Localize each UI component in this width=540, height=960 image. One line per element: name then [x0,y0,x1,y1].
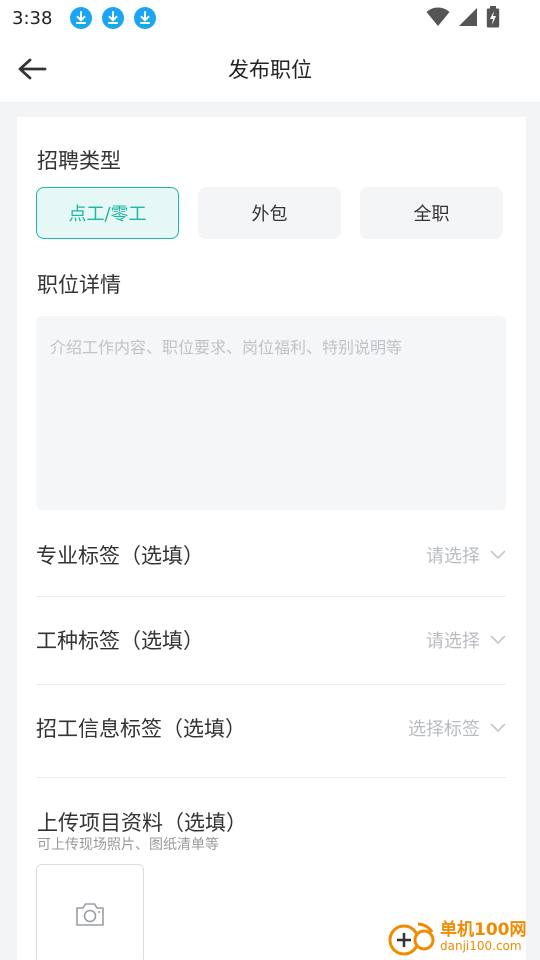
camera-icon [76,903,104,926]
type-option-label: 点工/零工 [68,204,147,225]
pro-tag-value: 请选择 [426,546,480,567]
info-tag-label: 招工信息标签（选填） [36,717,246,741]
type-option-fulltime[interactable]: 全职 [360,187,503,239]
job-detail-label: 职位详情 [37,273,121,297]
status-time: 3:38 [12,7,53,29]
job-detail-placeholder: 介绍工作内容、职位要求、岗位福利、特别说明等 [50,338,403,357]
download-icon [102,7,125,29]
battery-charging-icon [486,6,500,32]
upload-photo-button[interactable] [36,864,144,960]
divider [36,596,506,597]
status-bar: 3:38 [0,0,540,36]
work-tag-label: 工种标签（选填） [36,629,204,653]
upload-label: 上传项目资料（选填） [37,811,247,835]
download-icon [134,7,157,29]
wifi-icon [426,7,450,31]
download-icon [70,7,93,29]
chevron-down-icon [490,635,506,645]
watermark-logo-icon [388,918,436,958]
arrow-left-icon [18,58,47,80]
pro-tag-value-wrap: 请选择 [426,542,506,568]
type-option-gig[interactable]: 点工/零工 [36,187,179,239]
work-tag-value-wrap: 请选择 [426,627,506,653]
pro-tag-label: 专业标签（选填） [36,544,204,568]
work-tag-value: 请选择 [426,631,480,652]
watermark: 单机100网 danji100.com [388,915,540,960]
job-form-card: 招聘类型 点工/零工 外包 全职 职位详情 介绍工作内容、职位要求、岗位福利、特… [17,117,526,960]
work-tag-row[interactable]: 工种标签（选填） 请选择 [36,622,506,658]
type-option-outsource[interactable]: 外包 [198,187,341,239]
upload-hint: 可上传现场照片、图纸清单等 [37,837,219,853]
info-tag-row[interactable]: 招工信息标签（选填） 选择标签 [36,710,506,746]
back-button[interactable] [16,53,48,85]
job-detail-input[interactable]: 介绍工作内容、职位要求、岗位福利、特别说明等 [36,316,506,510]
page-title: 发布职位 [228,58,312,82]
app-header: 发布职位 [0,36,540,102]
watermark-title: 单机100网 [440,920,527,941]
divider [36,777,506,778]
chevron-down-icon [490,723,506,733]
type-option-label: 外包 [251,204,288,225]
recruit-type-label: 招聘类型 [37,149,121,173]
info-tag-value: 选择标签 [408,719,480,740]
pro-tag-row[interactable]: 专业标签（选填） 请选择 [36,537,506,573]
type-option-label: 全职 [413,204,450,225]
watermark-url: danji100.com [440,939,522,954]
signal-icon [458,7,478,31]
chevron-down-icon [490,550,506,560]
info-tag-value-wrap: 选择标签 [408,715,506,741]
divider [36,684,506,685]
